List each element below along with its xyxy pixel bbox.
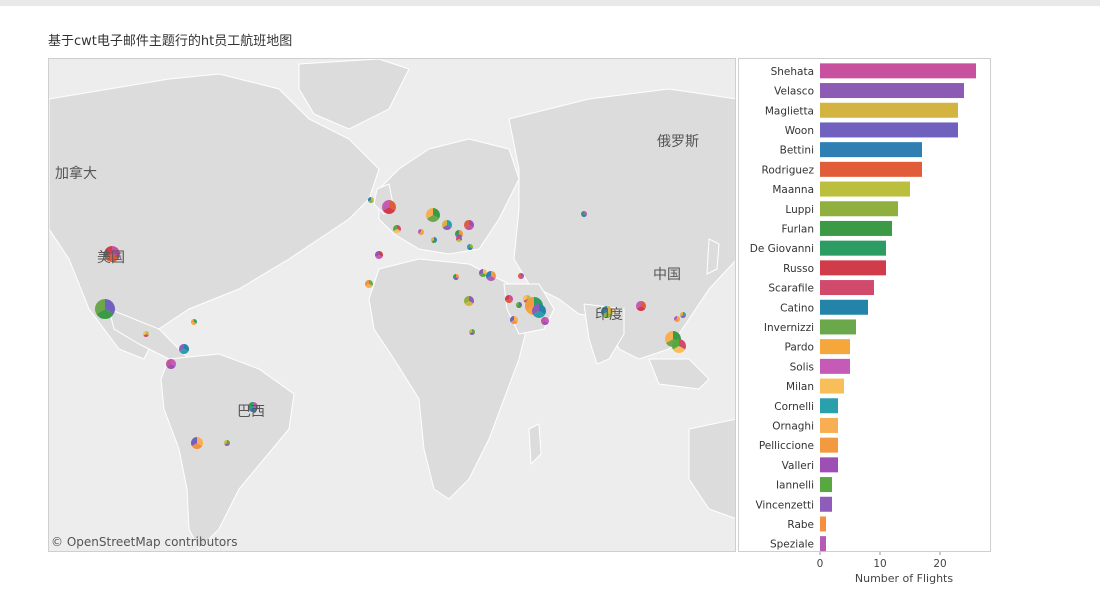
world-map[interactable]: 加拿大 美国 巴西 俄罗斯 中国 印度 © OpenStreetMap cont… — [48, 58, 736, 552]
flights-bar-chart: Shehata Velasco Maglietta Woon Bettini Rodrig… — [738, 58, 996, 588]
bar[interactable] — [820, 102, 958, 118]
x-axis-title: Number of Flights — [854, 572, 954, 585]
bar[interactable] — [820, 358, 850, 374]
bar[interactable] — [820, 299, 868, 315]
bar-label: Shehata — [771, 66, 814, 78]
bar[interactable] — [820, 378, 844, 394]
bar-label: Pardo — [784, 342, 814, 354]
bar-label: Furlan — [782, 223, 814, 235]
x-tick-label: 0 — [817, 558, 824, 570]
label-india: 印度 — [595, 307, 623, 323]
page-title: 基于cwt电子邮件主题行的ht员工航班地图 — [48, 34, 293, 49]
label-russia: 俄罗斯 — [657, 134, 699, 150]
top-bar — [0, 0, 1100, 6]
bar[interactable] — [820, 122, 958, 138]
bar-label: De Giovanni — [750, 243, 814, 255]
bar-label: Speziale — [770, 539, 814, 551]
bar-label: Cornelli — [774, 401, 814, 413]
bar[interactable] — [820, 63, 976, 79]
map-canvas — [49, 59, 735, 550]
bar-label: Vincenzetti — [755, 499, 814, 511]
bar[interactable] — [820, 220, 892, 236]
bar[interactable] — [820, 477, 832, 493]
x-tick-label: 10 — [873, 558, 886, 570]
label-usa: 美国 — [97, 250, 125, 266]
bar-label: Pelliccione — [759, 440, 814, 452]
bar[interactable] — [820, 280, 874, 296]
x-tick-label: 20 — [933, 558, 946, 570]
bar-label: Iannelli — [776, 480, 814, 492]
bar[interactable] — [820, 83, 964, 99]
bar-label: Catino — [780, 302, 814, 314]
greenland-landmass — [298, 59, 410, 130]
bar[interactable] — [820, 536, 826, 552]
australia-landmass — [688, 418, 735, 519]
japan-landmass — [706, 238, 720, 275]
bar[interactable] — [820, 496, 832, 512]
bar-label: Solis — [790, 361, 814, 373]
bar-label: Maanna — [772, 184, 814, 196]
bar[interactable] — [820, 142, 922, 158]
bar[interactable] — [820, 457, 838, 473]
label-brazil: 巴西 — [237, 404, 265, 420]
bar[interactable] — [820, 260, 886, 276]
bar-label: Bettini — [780, 145, 814, 157]
south-america-landmass — [160, 353, 295, 550]
indonesia-landmass — [648, 358, 710, 390]
bar-label: Luppi — [785, 204, 814, 216]
europe-landmass — [378, 138, 520, 255]
map-attribution[interactable]: © OpenStreetMap contributors — [51, 535, 237, 549]
bar[interactable] — [820, 201, 898, 217]
bar[interactable] — [820, 240, 886, 256]
bar-label: Velasco — [774, 86, 814, 98]
bar-label: Maglietta — [765, 105, 814, 117]
bar[interactable] — [820, 398, 838, 414]
bar[interactable] — [820, 181, 910, 197]
bar-label: Valleri — [782, 460, 814, 472]
bar[interactable] — [820, 516, 826, 532]
bar-label: Rodriguez — [762, 164, 815, 176]
label-canada: 加拿大 — [55, 166, 97, 182]
bar-label: Rabe — [787, 519, 814, 531]
bar-label: Ornaghi — [772, 420, 814, 432]
label-china: 中国 — [653, 267, 681, 283]
bar[interactable] — [820, 339, 850, 355]
madagascar-landmass — [528, 423, 542, 466]
bar-label: Russo — [783, 263, 814, 275]
bar-label: Scarafile — [768, 283, 814, 295]
bar-label: Invernizzi — [764, 322, 814, 334]
bar-chart-canvas: Shehata Velasco Maglietta Woon Bettini Rodrig… — [750, 63, 976, 570]
bar[interactable] — [820, 417, 838, 433]
bar-label: Milan — [786, 381, 814, 393]
bar[interactable] — [820, 437, 838, 453]
bar[interactable] — [820, 161, 922, 177]
bar-label: Woon — [785, 125, 814, 137]
bar[interactable] — [820, 319, 856, 335]
